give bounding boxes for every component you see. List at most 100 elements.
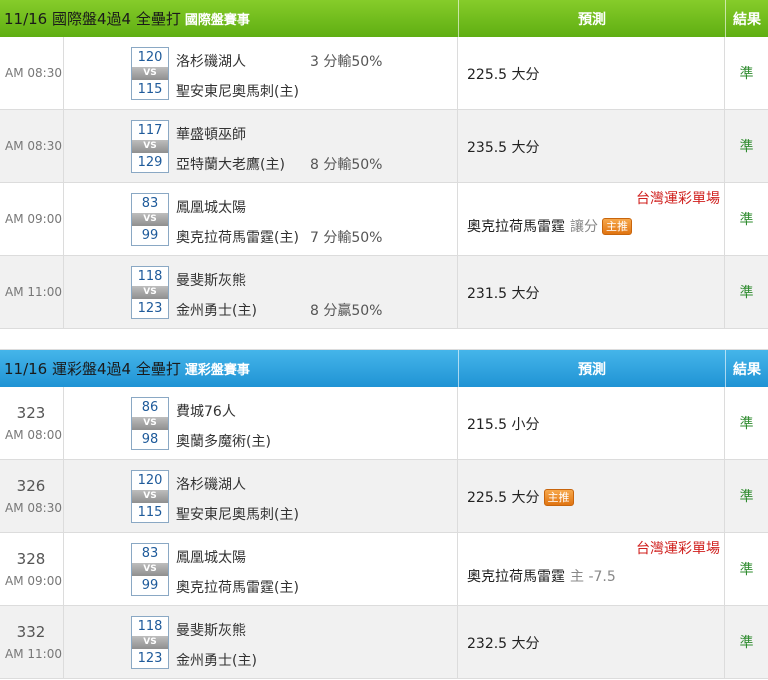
prediction-cell: 231.5 大分: [458, 256, 725, 328]
game-time-cell: 326 AM 08:30: [0, 460, 64, 532]
prediction: 奧克拉荷馬雷霆 讓分 主推: [467, 216, 632, 236]
home-score: 115: [137, 82, 163, 97]
section-title-text: 11/16 國際盤4過4 全壘打: [4, 10, 181, 28]
match-cell: 83 VS 99 鳳凰城太陽奧克拉荷馬雷霆(主): [64, 533, 458, 605]
away-team[interactable]: 費城76人: [176, 401, 236, 421]
away-team[interactable]: 鳳凰城太陽: [176, 197, 246, 217]
game-time-cell: 332 AM 11:00: [0, 606, 64, 678]
prediction-cell: 台灣運彩單場 奧克拉荷馬雷霆 讓分 主推: [458, 183, 725, 255]
prediction: 奧克拉荷馬雷霆主 -7.5: [467, 566, 616, 586]
score-box: 86 VS 98: [131, 397, 169, 450]
match-cell: 118 VS 123 曼斐斯灰熊 金州勇士(主): [64, 606, 458, 678]
home-team[interactable]: 金州勇士(主): [176, 650, 257, 670]
away-team[interactable]: 華盛頓巫師: [176, 124, 246, 144]
away-score: 120: [137, 50, 163, 65]
away-score: 118: [137, 269, 163, 284]
lottery-section: 11/16 運彩盤4過4 全壘打 運彩盤賽事 預測 結果 323 AM 08:00…: [0, 350, 768, 679]
result-cell: 準: [739, 212, 754, 228]
result-cell: 準: [739, 66, 754, 82]
home-score: 98: [141, 432, 159, 447]
game-time-cell: AM 08:30: [0, 37, 64, 109]
away-team[interactable]: 鳳凰城太陽: [176, 547, 246, 567]
section-tag: 運彩盤賽事: [184, 363, 250, 378]
score-box: 120 VS 115: [131, 470, 169, 523]
home-team[interactable]: 亞特蘭大老鷹(主): [176, 154, 285, 174]
result-header: 結果: [725, 0, 768, 37]
game-number: 323: [16, 404, 46, 422]
game-row: AM 11:00 118 VS 123 曼斐斯灰熊金州勇士(主) 8 分贏50% 231.5…: [0, 256, 768, 329]
section-header: 11/16 運彩盤4過4 全壘打 運彩盤賽事 預測 結果: [0, 350, 768, 387]
away-team[interactable]: 曼斐斯灰熊: [176, 270, 246, 290]
home-score: 115: [137, 505, 163, 520]
game-row: AM 08:30 117 VS 129 華盛頓巫師 亞特蘭大老鷹(主) 8 分輸50% 235…: [0, 110, 768, 183]
match-cell: 86 VS 98 費城76人奧蘭多魔術(主): [64, 387, 458, 459]
home-team[interactable]: 金州勇士(主): [176, 300, 257, 320]
game-number: 332: [16, 623, 46, 641]
vs-label: VS: [132, 286, 168, 299]
away-team[interactable]: 曼斐斯灰熊: [176, 620, 246, 640]
match-cell: 117 VS 129 華盛頓巫師 亞特蘭大老鷹(主) 8 分輸50%: [64, 110, 458, 182]
home-score: 123: [137, 301, 163, 316]
prediction-text: 奧克拉荷馬雷霆: [467, 219, 565, 235]
vs-label: VS: [132, 636, 168, 649]
away-score: 118: [137, 619, 163, 634]
score-box: 118 VS 123: [131, 616, 169, 669]
prediction-header: 預測: [458, 350, 725, 387]
vs-label: VS: [132, 213, 168, 226]
score-box: 83 VS 99: [131, 543, 169, 596]
handicap-odds: 3 分輸50%: [310, 54, 383, 70]
away-score: 120: [137, 473, 163, 488]
game-time: AM 08:00: [5, 428, 62, 442]
home-score: 99: [141, 228, 159, 243]
main-pick-badge: 主推: [602, 217, 632, 235]
game-number: 326: [16, 477, 46, 495]
vs-label: VS: [132, 67, 168, 80]
prediction-text: 215.5 小分: [467, 417, 540, 433]
prediction: 231.5 大分: [467, 283, 540, 303]
home-team[interactable]: 聖安東尼奧馬刺(主): [176, 81, 299, 101]
prediction: 225.5 大分 主推: [467, 487, 574, 507]
handicap-odds: 7 分輸50%: [310, 230, 383, 246]
vs-label: VS: [132, 417, 168, 430]
game-number: 328: [16, 550, 46, 568]
handicap-odds: 8 分輸50%: [310, 157, 383, 173]
away-score: 83: [141, 546, 159, 561]
match-cell: 120 VS 115 洛杉磯湖人聖安東尼奧馬刺(主): [64, 460, 458, 532]
prediction-header: 預測: [458, 0, 725, 37]
match-cell: 83 VS 99 鳳凰城太陽 奧克拉荷馬雷霆(主) 7 分輸50%: [64, 183, 458, 255]
prediction-text: 225.5 大分: [467, 67, 540, 83]
section-tag: 國際盤賽事: [184, 13, 250, 28]
prediction-text: 奧克拉荷馬雷霆: [467, 569, 565, 585]
away-score: 86: [141, 400, 159, 415]
single-game-label: 台灣運彩單場: [636, 191, 720, 207]
game-time-cell: AM 11:00: [0, 256, 64, 328]
international-section: 11/16 國際盤4過4 全壘打 國際盤賽事 預測 結果 AM 08:30 120…: [0, 0, 768, 329]
score-box: 118 VS 123: [131, 266, 169, 319]
vs-label: VS: [132, 490, 168, 503]
game-time-cell: AM 09:00: [0, 183, 64, 255]
vs-label: VS: [132, 140, 168, 153]
away-team[interactable]: 洛杉磯湖人: [176, 51, 246, 71]
result-cell: 準: [739, 489, 754, 505]
home-team[interactable]: 奧克拉荷馬雷霆(主): [176, 577, 299, 597]
prediction-text: 225.5 大分: [467, 490, 540, 506]
home-team[interactable]: 奧蘭多魔術(主): [176, 431, 271, 451]
prediction: 235.5 大分: [467, 137, 540, 157]
prediction: 215.5 小分: [467, 414, 540, 434]
prediction: 225.5 大分: [467, 64, 540, 84]
home-team[interactable]: 奧克拉荷馬雷霆(主): [176, 227, 299, 247]
handicap-odds: 8 分贏50%: [310, 303, 383, 319]
game-time-cell: 323 AM 08:00: [0, 387, 64, 459]
result-cell: 準: [739, 285, 754, 301]
home-team[interactable]: 聖安東尼奧馬刺(主): [176, 504, 299, 524]
section-title-text: 11/16 運彩盤4過4 全壘打: [4, 360, 181, 378]
prediction-text: 231.5 大分: [467, 286, 540, 302]
result-cell: 準: [739, 139, 754, 155]
score-box: 83 VS 99: [131, 193, 169, 246]
prediction-extra: 主 -7.5: [570, 569, 616, 585]
prediction-text: 235.5 大分: [467, 140, 540, 156]
game-time-cell: AM 08:30: [0, 110, 64, 182]
game-row: AM 09:00 83 VS 99 鳳凰城太陽 奧克拉荷馬雷霆(主) 7 分輸50% 台灣運彩…: [0, 183, 768, 256]
game-time: AM 11:00: [5, 647, 62, 661]
away-team[interactable]: 洛杉磯湖人: [176, 474, 246, 494]
